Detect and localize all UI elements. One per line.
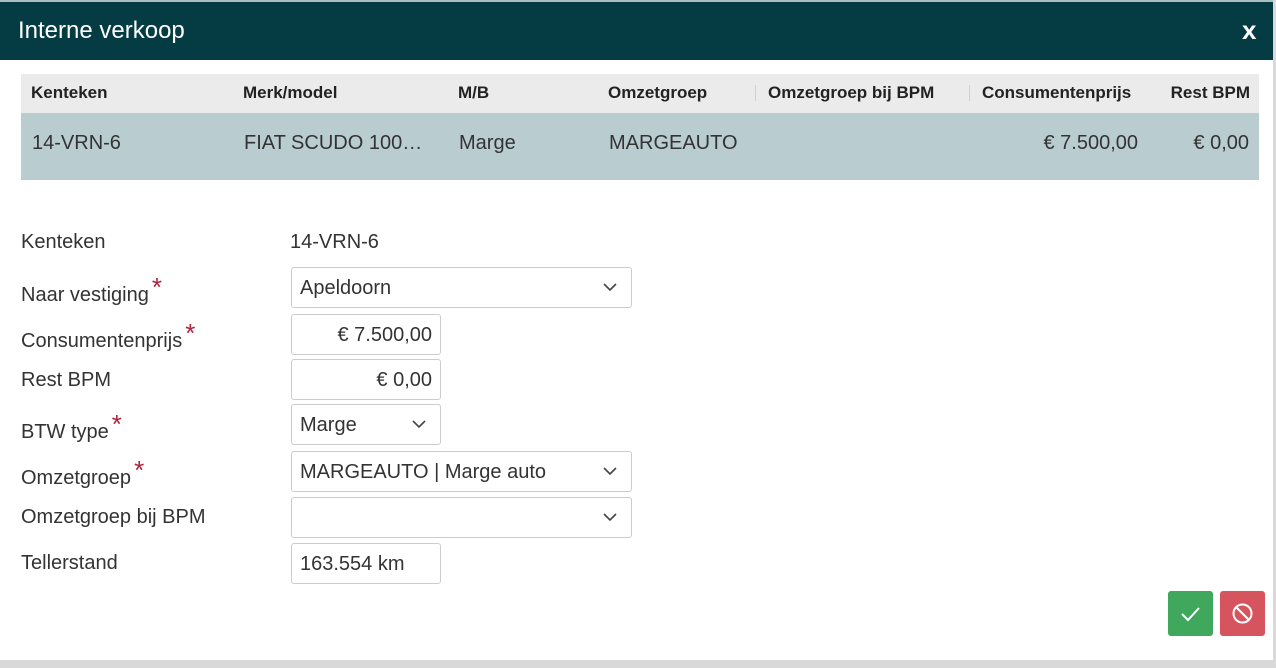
tellerstand-input-value: 163.554 km xyxy=(300,553,405,575)
column-header-kenteken[interactable]: Kenteken xyxy=(31,83,231,103)
omzetgroep-label-text: Omzetgroep xyxy=(21,467,132,489)
dialog-titlebar: Interne verkoop x xyxy=(0,0,1273,60)
confirm-button[interactable] xyxy=(1168,591,1213,636)
column-header-merk-model[interactable]: Merk/model xyxy=(243,83,443,103)
vestiging-label: Naar vestiging * xyxy=(21,272,162,308)
consumentenprijs-label-text: Consumentenprijs xyxy=(21,330,183,352)
check-icon xyxy=(1181,607,1200,622)
kenteken-label: Kenteken xyxy=(21,231,106,253)
chevron-down-icon xyxy=(603,467,617,476)
omzetgroep-bpm-label: Omzetgroep bij BPM xyxy=(21,506,206,528)
required-marker: * xyxy=(185,318,196,348)
ban-icon xyxy=(1232,603,1253,624)
column-separator xyxy=(755,85,756,101)
chevron-down-icon xyxy=(603,513,617,522)
omzetgroep-select[interactable]: MARGEAUTO | Marge auto xyxy=(291,451,632,492)
vestiging-label-text: Naar vestiging xyxy=(21,284,149,306)
required-marker: * xyxy=(111,409,122,439)
btw-type-label-text: BTW type xyxy=(21,421,109,443)
tellerstand-label: Tellerstand xyxy=(21,552,118,574)
rest-bpm-input[interactable]: € 0,00 xyxy=(291,359,441,400)
column-separator xyxy=(969,85,970,101)
vestiging-select-value: Apeldoorn xyxy=(300,277,392,299)
column-header-rest-bpm[interactable]: Rest BPM xyxy=(1153,83,1250,103)
consumentenprijs-input[interactable]: € 7.500,00 xyxy=(291,314,441,355)
column-header-omzetgroep-bpm[interactable]: Omzetgroep bij BPM xyxy=(768,83,958,103)
cell-merk-model: FIAT SCUDO 100… xyxy=(244,132,423,154)
omzetgroep-label: Omzetgroep * xyxy=(21,455,144,491)
table-row[interactable]: 14-VRN-6 FIAT SCUDO 100… Marge MARGEAUTO… xyxy=(21,113,1259,180)
cancel-button[interactable] xyxy=(1220,591,1265,636)
cell-mb: Marge xyxy=(459,132,516,154)
btw-type-select-value: Marge xyxy=(300,414,357,436)
required-marker: * xyxy=(151,272,162,302)
btw-type-label: BTW type * xyxy=(21,409,122,445)
column-header-omzetgroep[interactable]: Omzetgroep xyxy=(608,83,748,103)
omzetgroep-bpm-select[interactable] xyxy=(291,497,632,538)
vehicle-grid: Kenteken Merk/model M/B Omzetgroep Omzet… xyxy=(21,74,1259,180)
column-header-consumentenprijs[interactable]: Consumentenprijs xyxy=(982,83,1142,103)
tellerstand-input[interactable]: 163.554 km xyxy=(291,543,441,584)
column-header-mb[interactable]: M/B xyxy=(458,83,578,103)
btw-type-select[interactable]: Marge xyxy=(291,404,441,445)
cell-omzetgroep: MARGEAUTO xyxy=(609,132,738,154)
consumentenprijs-input-value: € 7.500,00 xyxy=(337,324,432,346)
kenteken-value: 14-VRN-6 xyxy=(290,231,379,253)
grid-header: Kenteken Merk/model M/B Omzetgroep Omzet… xyxy=(21,74,1259,113)
consumentenprijs-label: Consumentenprijs * xyxy=(21,318,195,354)
dialog-title: Interne verkoop xyxy=(18,17,185,44)
cell-kenteken: 14-VRN-6 xyxy=(32,132,121,154)
omzetgroep-select-value: MARGEAUTO | Marge auto xyxy=(300,461,547,483)
chevron-down-icon xyxy=(603,283,617,292)
rest-bpm-input-value: € 0,00 xyxy=(376,369,432,391)
cell-consumentenprijs: € 7.500,00 xyxy=(1043,132,1138,154)
chevron-down-icon xyxy=(412,420,426,429)
rest-bpm-label: Rest BPM xyxy=(21,369,112,391)
cell-rest-bpm: € 0,00 xyxy=(1193,132,1249,154)
internal-sale-dialog: Interne verkoop x Kenteken Merk/model M/… xyxy=(0,0,1276,668)
required-marker: * xyxy=(134,455,145,485)
vestiging-select[interactable]: Apeldoorn xyxy=(291,267,632,308)
close-icon[interactable]: x xyxy=(1242,15,1256,46)
